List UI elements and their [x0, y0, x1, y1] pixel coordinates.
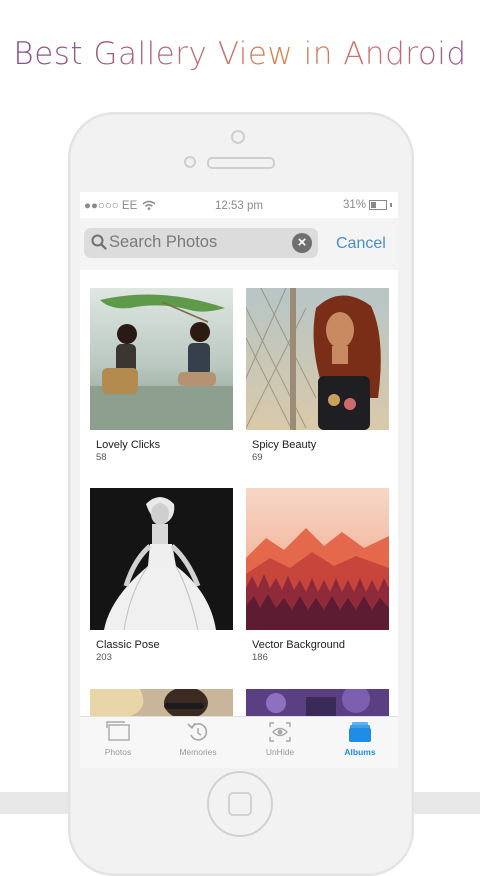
- search-icon: [91, 234, 107, 250]
- sensor-icon: [184, 156, 196, 168]
- album-thumbnail: [90, 288, 233, 430]
- album-thumbnail: [246, 288, 389, 430]
- tab-albums[interactable]: Albums: [324, 721, 396, 757]
- album-thumbnail: [90, 689, 233, 716]
- clear-search-icon[interactable]: ×: [292, 233, 312, 253]
- battery-status: 31%: [343, 199, 392, 211]
- tab-unhide[interactable]: UnHide: [244, 721, 316, 757]
- album-count: 186: [252, 652, 268, 663]
- album-thumbnail: [246, 488, 389, 630]
- album-card-spicy-beauty[interactable]: Spicy Beauty 69: [246, 288, 389, 463]
- tab-label: UnHide: [265, 747, 295, 757]
- album-card-partial-left[interactable]: [90, 689, 233, 716]
- album-title: Classic Pose: [96, 639, 160, 651]
- tab-label: Albums: [344, 747, 376, 757]
- album-card-vector-background[interactable]: Vector Background 186: [246, 488, 389, 663]
- photos-icon: [106, 721, 130, 741]
- album-count: 58: [96, 452, 107, 463]
- battery-icon: [369, 200, 387, 210]
- album-card-classic-pose[interactable]: Classic Pose 203: [90, 488, 233, 663]
- tab-label: Memories: [179, 747, 217, 757]
- album-title: Vector Background: [252, 639, 345, 651]
- search-bar: Search Photos × Cancel: [80, 218, 398, 270]
- album-thumbnail: [90, 488, 233, 630]
- album-count: 203: [96, 652, 112, 663]
- tab-bar: Photos Memories UnHide Albums: [80, 716, 398, 768]
- speaker-grille: [207, 157, 275, 169]
- tab-memories[interactable]: Memories: [162, 721, 234, 757]
- cancel-button[interactable]: Cancel: [336, 235, 386, 253]
- camera-icon: [231, 130, 245, 144]
- search-placeholder: Search Photos: [109, 233, 218, 251]
- headline: Best Gallery View in Android: [0, 36, 480, 72]
- status-bar: ●●○○○ EE 12:53 pm 31%: [80, 192, 398, 218]
- tab-label: Photos: [104, 747, 132, 757]
- album-thumbnail: [246, 689, 389, 716]
- app-screen: ●●○○○ EE 12:53 pm 31% Search Photos × Ca…: [80, 192, 398, 768]
- memories-icon: [187, 722, 208, 741]
- album-title: Lovely Clicks: [96, 439, 161, 451]
- home-button[interactable]: [207, 771, 273, 837]
- album-card-lovely-clicks[interactable]: Lovely Clicks 58: [90, 288, 233, 463]
- tab-photos[interactable]: Photos: [82, 721, 154, 757]
- album-count: 69: [252, 452, 263, 463]
- home-square-icon: [228, 792, 252, 816]
- unhide-icon: [269, 722, 291, 742]
- album-title: Spicy Beauty: [252, 439, 317, 451]
- albums-icon: [349, 722, 371, 742]
- album-card-partial-right[interactable]: [246, 689, 389, 716]
- search-input[interactable]: Search Photos ×: [84, 228, 318, 258]
